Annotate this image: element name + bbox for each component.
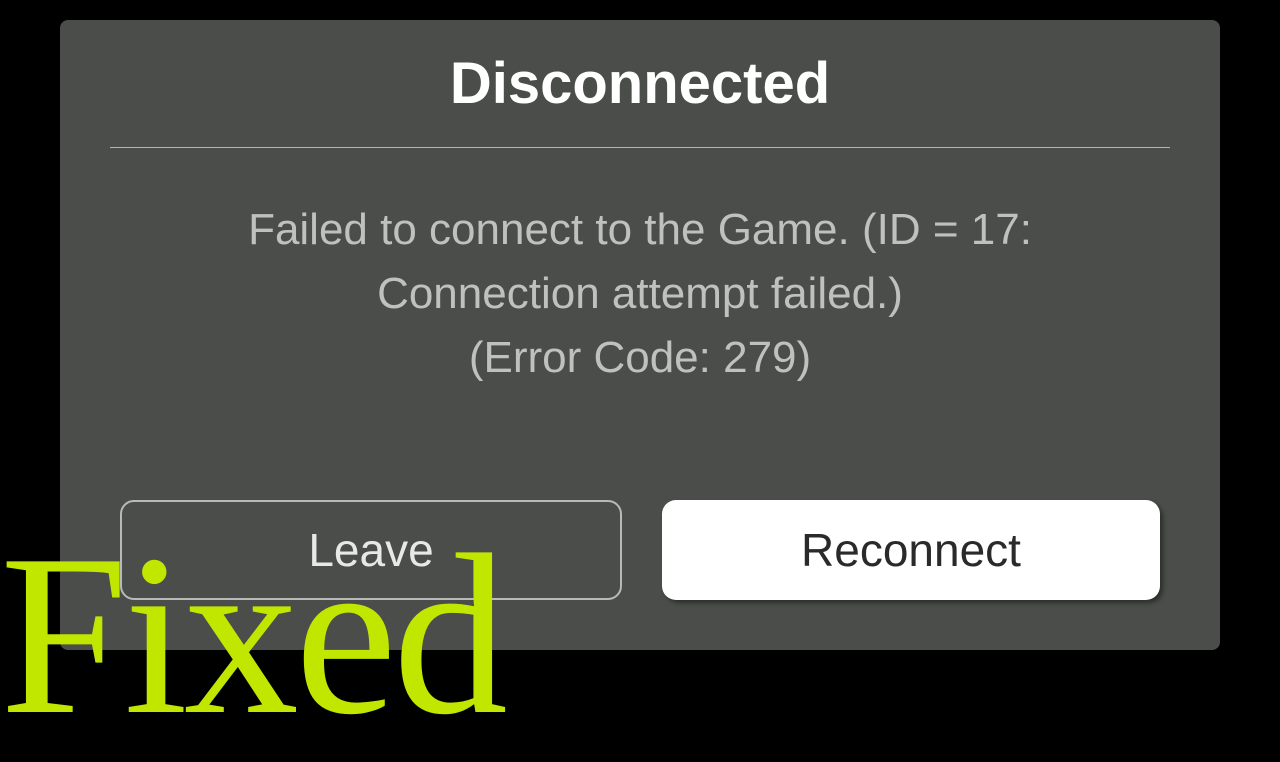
divider (110, 147, 1170, 148)
message-line-1: Failed to connect to the Game. (ID = 17: (248, 205, 1032, 254)
message-line-2: Connection attempt failed.) (377, 269, 903, 318)
message-line-3: (Error Code: 279) (469, 333, 811, 382)
dialog-message: Failed to connect to the Game. (ID = 17:… (110, 198, 1170, 500)
dialog-title: Disconnected (110, 50, 1170, 147)
reconnect-button[interactable]: Reconnect (662, 500, 1160, 600)
fixed-overlay-text: Fixed (0, 520, 504, 750)
